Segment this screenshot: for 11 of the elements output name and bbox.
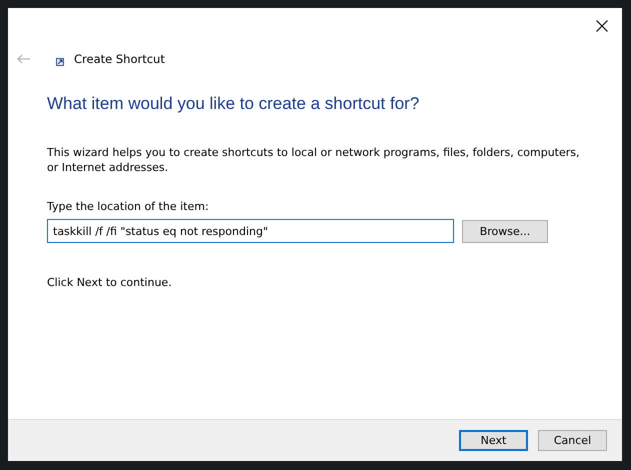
dialog-button[interactable]: Cancel <box>538 430 607 451</box>
location-field[interactable]: taskkill /f /fi "status eq not responding" <box>47 219 454 243</box>
location-label: Type the location of the item: <box>47 200 210 213</box>
shortcut-icon <box>56 58 64 66</box>
close-icon[interactable] <box>596 20 608 32</box>
description-text: This wizard helps you to create shortcuts to local or network programs, files, folders, computers, or Internet addresses. <box>47 145 581 175</box>
dialog-button[interactable]: Next <box>459 430 528 451</box>
browse-button[interactable]: Browse... <box>462 220 548 243</box>
wizard-title: Create Shortcut <box>74 52 165 66</box>
continue-hint: Click Next to continue. <box>47 276 173 289</box>
page-heading: What item would you like to create a shortcut for? <box>47 94 420 114</box>
